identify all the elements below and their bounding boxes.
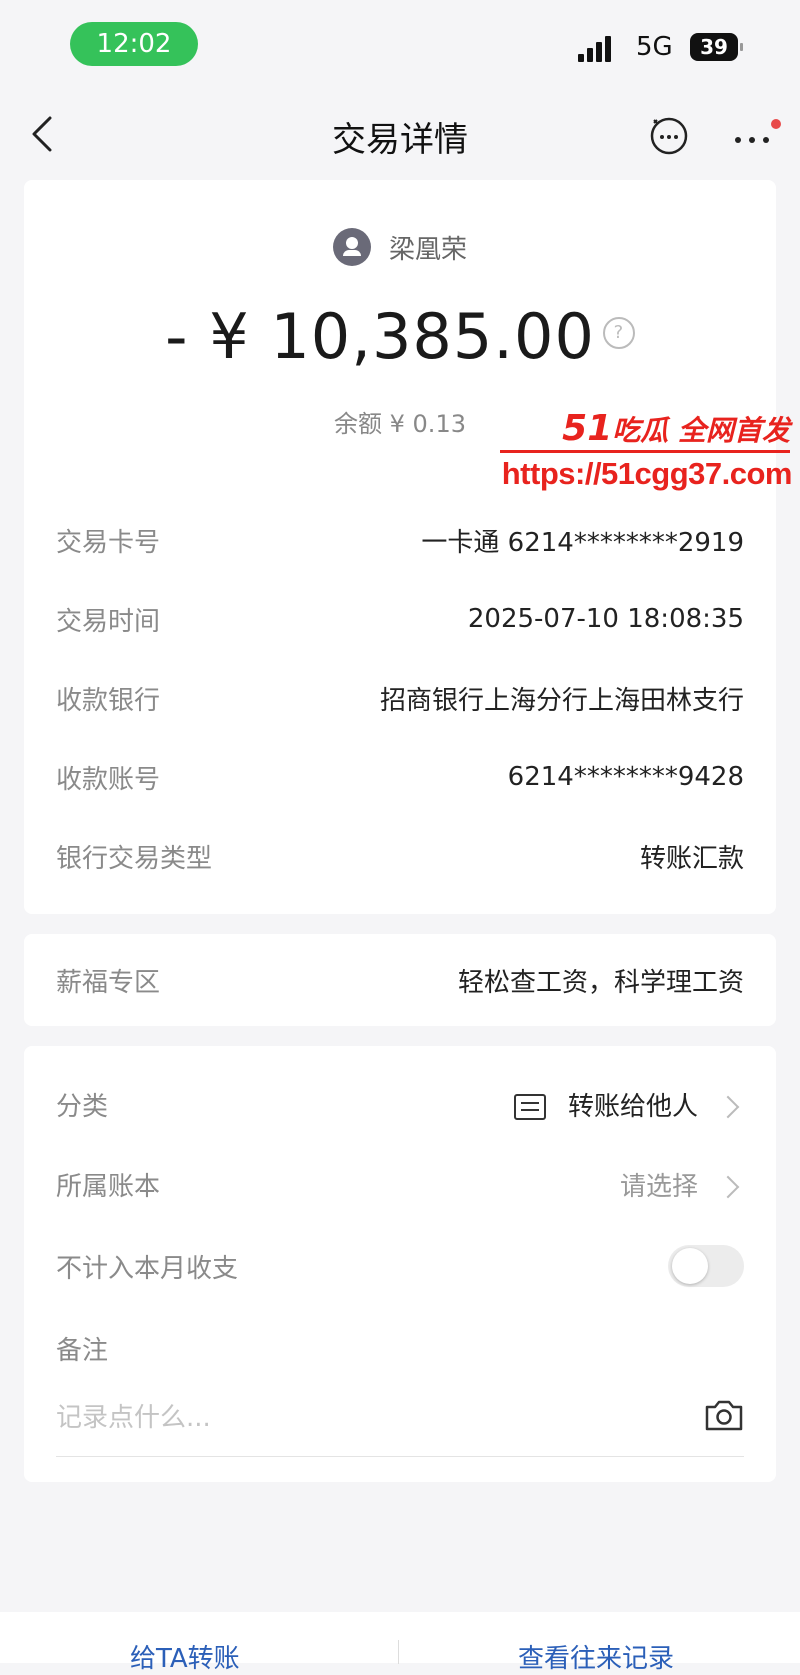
category-selector[interactable]: 转账给他人 <box>513 1086 744 1123</box>
memo-divider <box>56 1456 744 1457</box>
chevron-right-icon <box>716 1095 740 1118</box>
detail-row-account: 收款账号 6214********9428 <box>56 757 744 797</box>
exclude-label: 不计入本月收支 <box>56 1253 239 1284</box>
detail-label: 交易卡号 <box>56 527 161 558</box>
detail-label: 银行交易类型 <box>56 843 213 874</box>
detail-row-time: 交易时间 2025-07-10 18:08:35 <box>56 599 744 639</box>
detail-value: 2025-07-10 18:08:35 <box>467 604 744 634</box>
detail-value: 转账汇款 <box>639 843 744 874</box>
watermark-url: https://51cgg37.com <box>501 456 793 491</box>
salary-value: 轻松查工资，科学理工资 <box>457 967 744 998</box>
detail-label: 交易时间 <box>56 606 161 637</box>
transaction-amount: - ¥ 10,385.00? <box>0 300 800 373</box>
signal-icon <box>578 34 611 62</box>
detail-label: 收款账号 <box>56 764 161 795</box>
detail-value: 6214********9428 <box>507 762 744 792</box>
watermark: 51吃瓜 全网首发 https://51cgg37.com <box>500 408 796 498</box>
book-label: 所属账本 <box>56 1171 161 1202</box>
detail-label: 收款银行 <box>56 685 161 716</box>
category-value: 转账给他人 <box>567 1091 698 1122</box>
book-row[interactable]: 所属账本 请选择 <box>56 1164 744 1204</box>
category-row[interactable]: 分类 转账给他人 <box>56 1084 744 1124</box>
watermark-line <box>500 450 790 453</box>
transfer-button[interactable]: 给TA转账 <box>130 1638 240 1675</box>
detail-row-card-number: 交易卡号 一卡通 6214********2919 <box>56 520 744 560</box>
avatar <box>332 228 371 266</box>
service-face-icon[interactable] <box>648 114 690 156</box>
payee: 梁凰荣 <box>0 228 800 266</box>
transfer-list-icon <box>513 1094 546 1120</box>
more-options-icon[interactable] <box>732 118 782 148</box>
network-type: 5G <box>636 32 673 62</box>
salary-label: 薪福专区 <box>56 967 161 998</box>
watermark-tagline: 51吃瓜 全网首发 <box>562 408 790 449</box>
battery-icon: 39 <box>690 33 743 61</box>
bottom-divider <box>398 1640 399 1664</box>
chevron-right-icon <box>716 1175 740 1198</box>
salary-row[interactable]: 薪福专区 轻松查工资，科学理工资 <box>56 960 744 1000</box>
camera-icon[interactable] <box>704 1398 744 1432</box>
detail-value: 招商银行上海分行上海田林支行 <box>379 685 744 716</box>
detail-row-type: 银行交易类型 转账汇款 <box>56 836 744 876</box>
category-label: 分类 <box>56 1091 109 1122</box>
amount-value: - ¥ 10,385.00 <box>165 300 595 373</box>
memo-row: 备注 <box>56 1328 744 1368</box>
detail-value: 一卡通 6214********2919 <box>421 527 744 558</box>
book-selector[interactable]: 请选择 <box>620 1166 744 1203</box>
exclude-toggle[interactable] <box>668 1245 744 1287</box>
exclude-row: 不计入本月收支 <box>56 1245 744 1287</box>
bottom-bar <box>0 1612 800 1663</box>
book-value: 请选择 <box>619 1171 698 1202</box>
payee-name: 梁凰荣 <box>388 234 467 265</box>
memo-label: 备注 <box>56 1335 109 1366</box>
detail-row-bank: 收款银行 招商银行上海分行上海田林支行 <box>56 678 744 718</box>
status-time: 12:02 <box>70 22 198 66</box>
memo-input[interactable] <box>56 1396 656 1440</box>
help-icon[interactable]: ? <box>602 316 635 349</box>
history-button[interactable]: 查看往来记录 <box>518 1638 674 1675</box>
